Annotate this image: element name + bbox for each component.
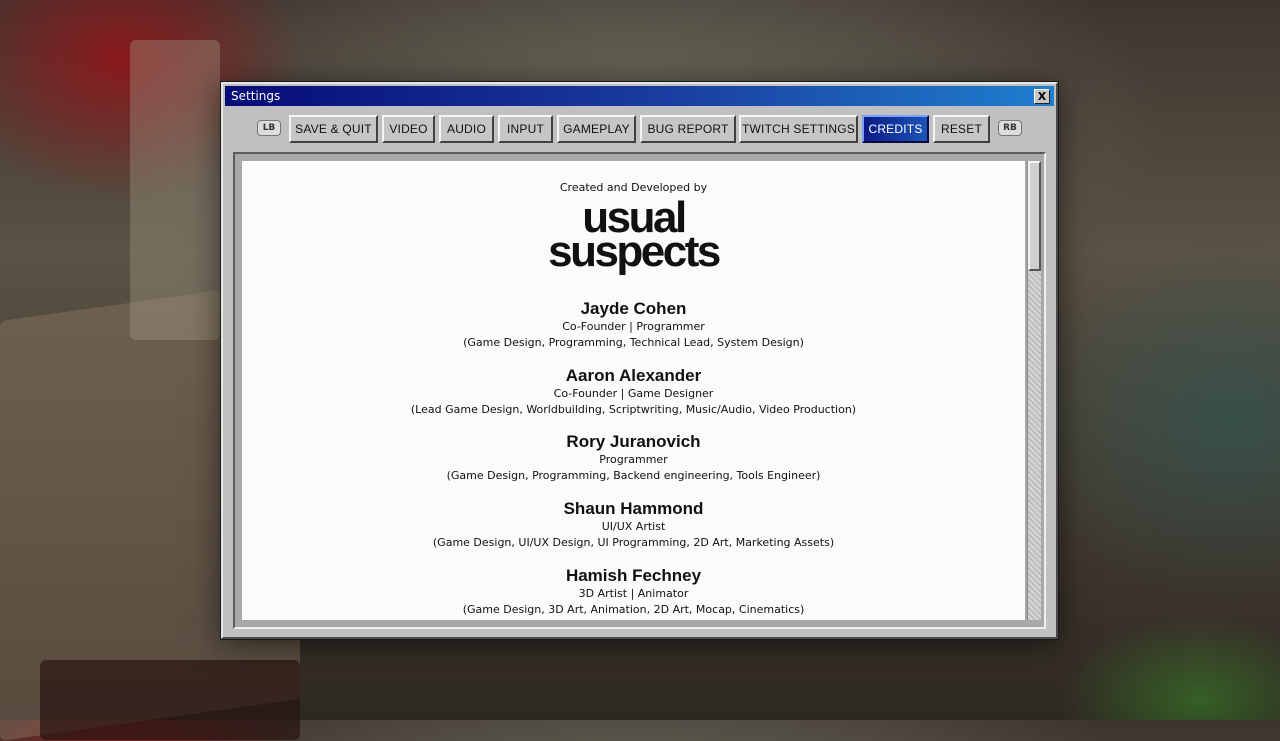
- credit-role: Co-Founder | Programmer: [562, 320, 705, 333]
- rb-shoulder-icon[interactable]: RB: [998, 120, 1022, 136]
- studio-logo-line2: suspects: [548, 227, 721, 276]
- tab-input[interactable]: INPUT: [498, 115, 553, 143]
- credit-details: (Game Design, 3D Art, Animation, 2D Art,…: [462, 603, 805, 616]
- credit-role: Co-Founder | Game Designer: [553, 387, 714, 400]
- credit-entry: Shaun Hammond UI/UX Artist (Game Design,…: [242, 499, 1025, 551]
- credit-name: Aaron Alexander: [565, 366, 702, 385]
- credit-name: Hamish Fechney: [565, 566, 702, 585]
- settings-tab-bar: LB SAVE & QUIT VIDEO AUDIO INPUT GAMEPLA…: [223, 115, 1056, 145]
- tab-credits[interactable]: CREDITS: [862, 115, 929, 143]
- credit-entry: Rory Juranovich Programmer (Game Design,…: [242, 432, 1025, 484]
- background-pillar: [130, 40, 220, 340]
- credit-entry: Jayde Cohen Co-Founder | Programmer (Gam…: [242, 299, 1025, 351]
- credit-role: Programmer: [599, 453, 668, 466]
- tab-video[interactable]: VIDEO: [382, 115, 435, 143]
- credits-panel[interactable]: Created and Developed by usual suspects …: [242, 161, 1025, 620]
- tab-audio[interactable]: AUDIO: [439, 115, 494, 143]
- credit-role: 3D Artist | Animator: [578, 587, 689, 600]
- credits-frame: Created and Developed by usual suspects …: [233, 152, 1046, 629]
- window-title: Settings: [231, 89, 281, 103]
- lb-shoulder-icon[interactable]: LB: [257, 120, 281, 136]
- credit-role: UI/UX Artist: [601, 520, 666, 533]
- credit-name: Jayde Cohen: [580, 299, 687, 318]
- credit-entry: Hamish Fechney 3D Artist | Animator (Gam…: [242, 566, 1025, 618]
- credit-entry: Aaron Alexander Co-Founder | Game Design…: [242, 366, 1025, 418]
- tab-save-quit[interactable]: SAVE & QUIT: [289, 115, 378, 143]
- credit-details: (Game Design, Programming, Backend engin…: [446, 469, 821, 482]
- settings-window: Settings X LB SAVE & QUIT VIDEO AUDIO IN…: [221, 82, 1058, 639]
- studio-logo: usual suspects: [242, 196, 1025, 276]
- credit-details: (Game Design, UI/UX Design, UI Programmi…: [432, 536, 835, 549]
- credit-name: Shaun Hammond: [563, 499, 704, 518]
- scrollbar-thumb[interactable]: [1028, 161, 1041, 271]
- tab-twitch-settings[interactable]: TWITCH SETTINGS: [739, 115, 858, 143]
- tab-gameplay[interactable]: GAMEPLAY: [557, 115, 636, 143]
- close-button[interactable]: X: [1034, 89, 1050, 104]
- tab-reset[interactable]: RESET: [933, 115, 990, 143]
- credits-scrollbar[interactable]: [1027, 161, 1041, 620]
- credit-details: (Game Design, Programming, Technical Lea…: [463, 336, 804, 349]
- background-frame: [40, 660, 300, 740]
- credit-details: (Lead Game Design, Worldbuilding, Script…: [410, 403, 857, 416]
- tab-bug-report[interactable]: BUG REPORT: [640, 115, 736, 143]
- credit-name: Rory Juranovich: [566, 432, 701, 451]
- window-titlebar[interactable]: Settings X: [225, 86, 1054, 106]
